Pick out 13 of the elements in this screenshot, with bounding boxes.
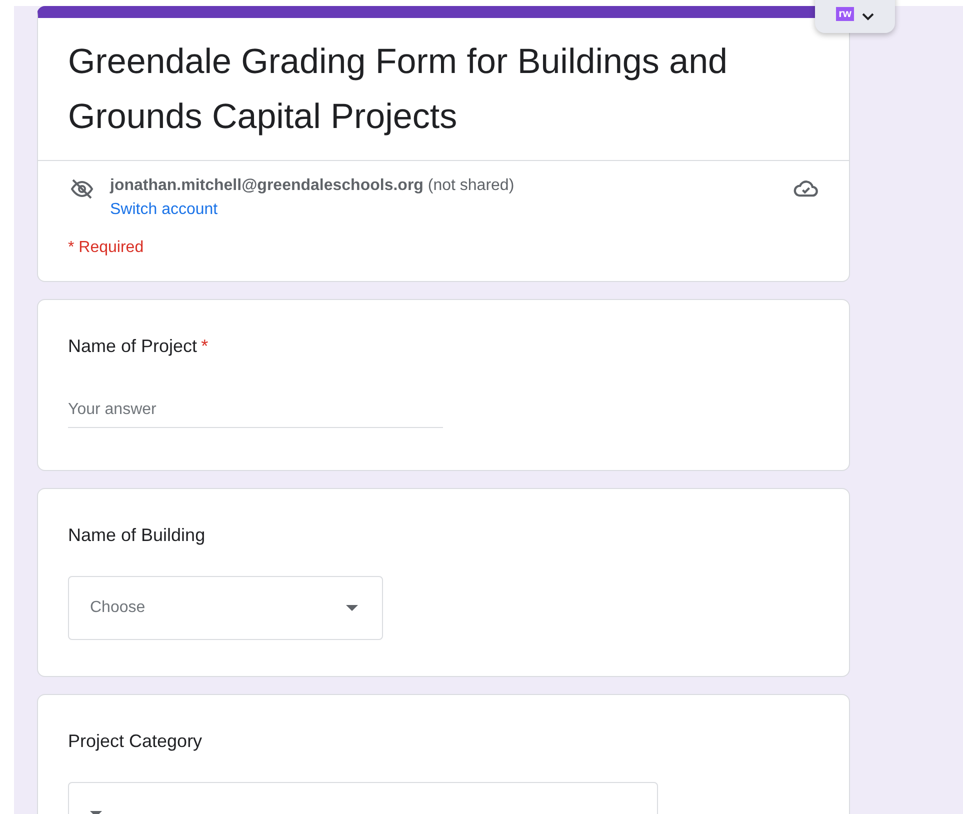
dropdown-field[interactable]: Choose (68, 576, 383, 640)
question-label: Name of Project (68, 336, 198, 357)
required-asterisk: * (201, 336, 208, 357)
account-email: jonathan.mitchell@greendaleschools.org (not shared) (110, 177, 516, 195)
switch-account-link[interactable]: Switch account (110, 201, 218, 219)
hidden-eye-icon (68, 177, 96, 201)
answer-field[interactable]: Your answer (68, 401, 443, 428)
required-note: * Required (67, 238, 145, 258)
extension-widget[interactable]: rw (815, 0, 895, 33)
question-label: Project Category (68, 731, 202, 752)
question-label: Name of Building (68, 525, 206, 546)
form-title: Greendale Grading Form for Buildings and Grounds Capital Projects (67, 41, 729, 138)
extension-logo: rw (836, 7, 854, 21)
